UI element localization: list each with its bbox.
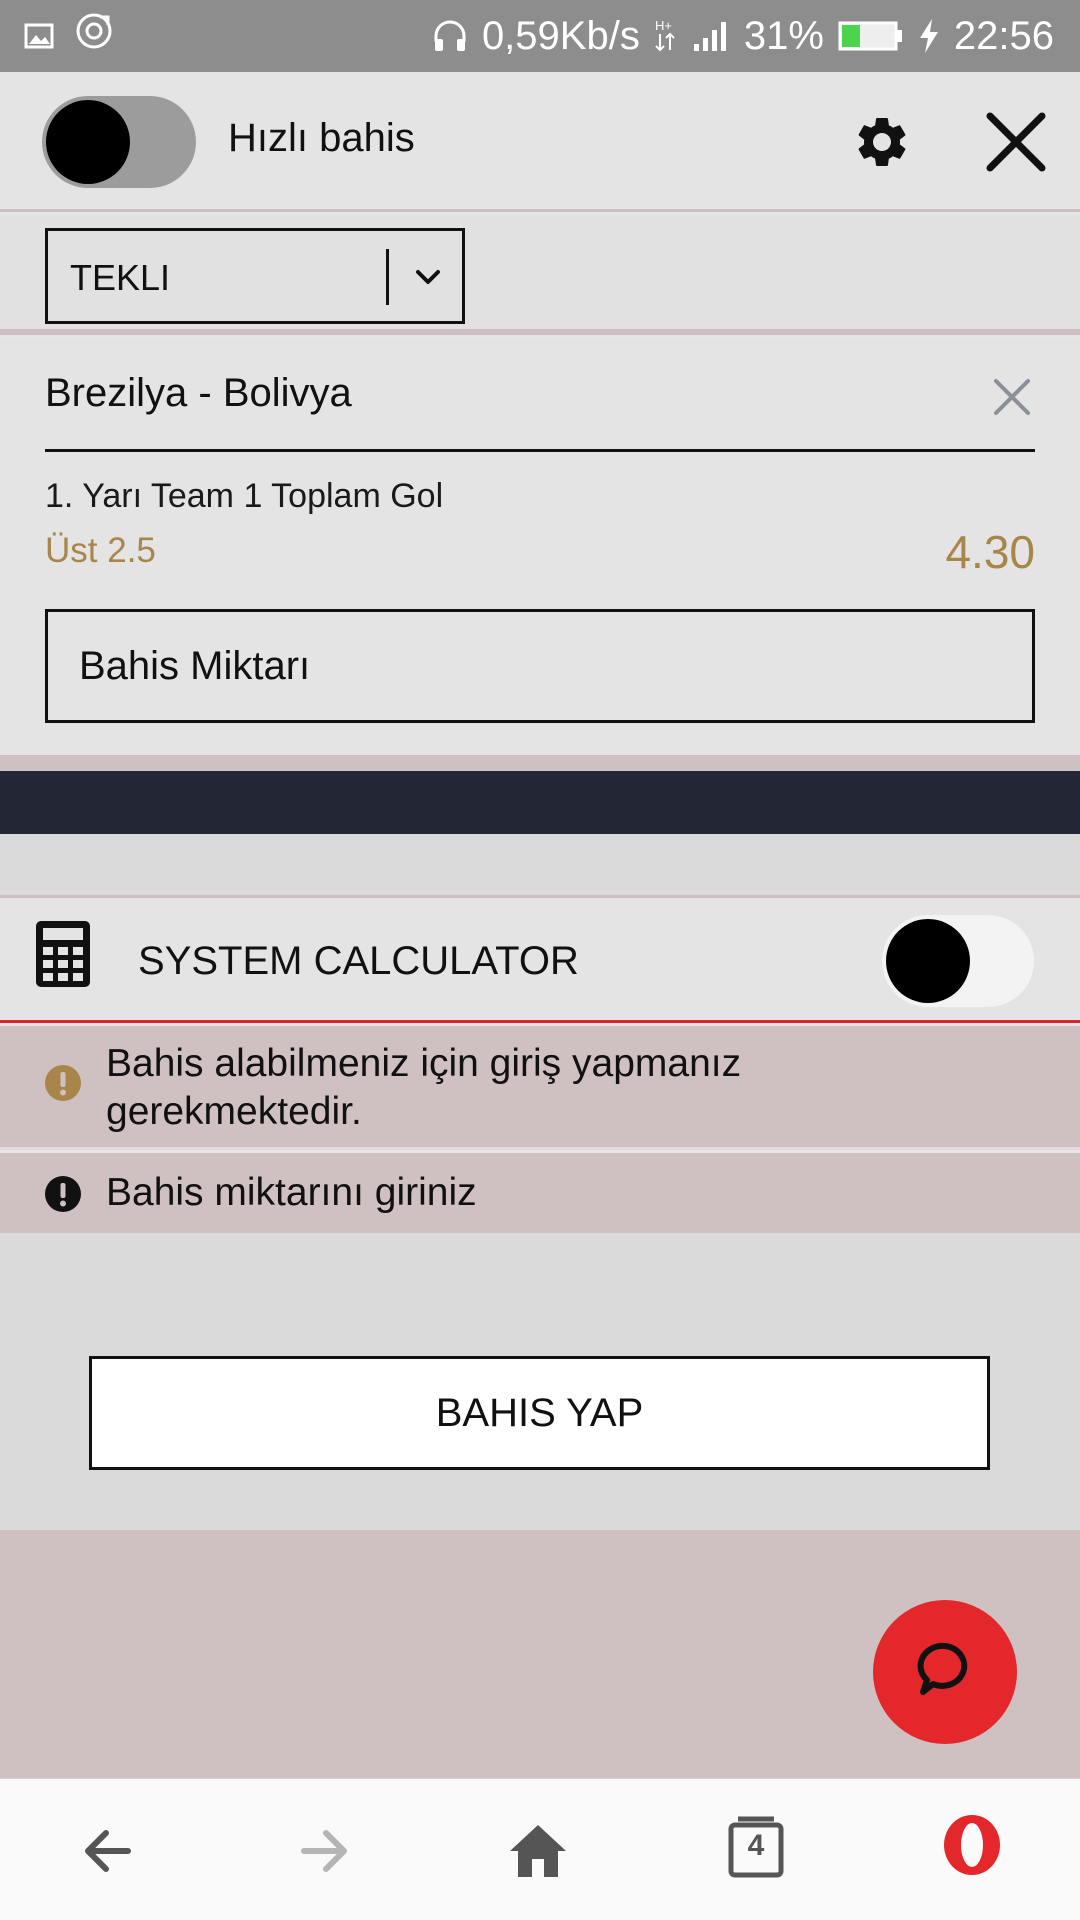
error-icon (44, 1175, 82, 1213)
status-bar: 0,59Kb/s H+ 31% 22:56 (0, 0, 1080, 72)
toggle-knob (46, 100, 130, 184)
bet-type-value: TEKLI (70, 257, 171, 298)
tabs-count: 4 (747, 1829, 765, 1862)
place-bet-button[interactable]: BAHIS YAP (89, 1356, 990, 1470)
clock: 22:56 (953, 13, 1054, 58)
system-calculator-row: SYSTEM CALCULATOR (0, 901, 1080, 1023)
opera-icon[interactable] (940, 1813, 1004, 1877)
svg-text:H+: H+ (655, 18, 672, 33)
stake-warning: Bahis miktarını giriniz (0, 1153, 1080, 1233)
headphones-icon (432, 18, 468, 54)
selection-name: Üst 2.5 (45, 531, 156, 570)
toggle-knob (886, 919, 970, 1003)
bet-type-select[interactable]: TEKLI (45, 228, 465, 324)
home-icon[interactable] (506, 1819, 570, 1883)
spacer (0, 834, 1080, 898)
remove-bet-icon[interactable] (992, 377, 1032, 417)
select-separator (386, 249, 389, 305)
match-divider (45, 449, 1035, 452)
login-warning: Bahis alabilmeniz için giriş yapmanız ge… (0, 1026, 1080, 1150)
back-arrow-icon[interactable] (76, 1819, 140, 1883)
market-name: 1. Yarı Team 1 Toplam Gol (45, 477, 444, 515)
signal-icon (692, 20, 730, 52)
sync-icon (74, 11, 114, 61)
charging-icon (918, 18, 940, 54)
battery-icon (838, 20, 904, 52)
forward-arrow-icon[interactable] (292, 1819, 356, 1883)
match-title: Brezilya - Bolivya (45, 371, 352, 415)
chat-button[interactable] (873, 1600, 1017, 1744)
stake-input[interactable] (45, 609, 1035, 723)
chat-bubble-icon (911, 1636, 979, 1709)
chevron-down-icon (408, 257, 448, 297)
system-calculator-label: SYSTEM CALCULATOR (138, 939, 579, 983)
quick-bet-label: Hızlı bahis (228, 116, 415, 160)
warning-text: Bahis alabilmeniz için giriş yapmanız ge… (106, 1042, 742, 1133)
close-icon[interactable] (984, 110, 1048, 174)
tabs-icon[interactable]: 4 (728, 1815, 792, 1879)
battery-percent: 31% (743, 13, 824, 58)
divider-strip (0, 755, 1080, 771)
image-icon (24, 14, 54, 59)
calculator-icon (36, 921, 90, 987)
browser-nav-bar: 4 (0, 1778, 1080, 1920)
hplus-network-icon: H+ (654, 16, 678, 56)
warning-icon (44, 1064, 82, 1102)
network-speed: 0,59Kb/s (481, 13, 640, 58)
warning-text: Bahis miktarını giriniz (106, 1171, 477, 1214)
quick-bet-toggle[interactable] (42, 96, 196, 188)
gear-icon[interactable] (852, 112, 912, 172)
odds-value: 4.30 (945, 526, 1035, 578)
bet-item: Brezilya - Bolivya 1. Yarı Team 1 Toplam… (0, 341, 1080, 755)
system-calculator-toggle[interactable] (882, 915, 1034, 1007)
betslip-header: Hızlı bahis (0, 72, 1080, 212)
dark-band (0, 771, 1080, 834)
bet-type-row: TEKLI (0, 215, 1080, 335)
